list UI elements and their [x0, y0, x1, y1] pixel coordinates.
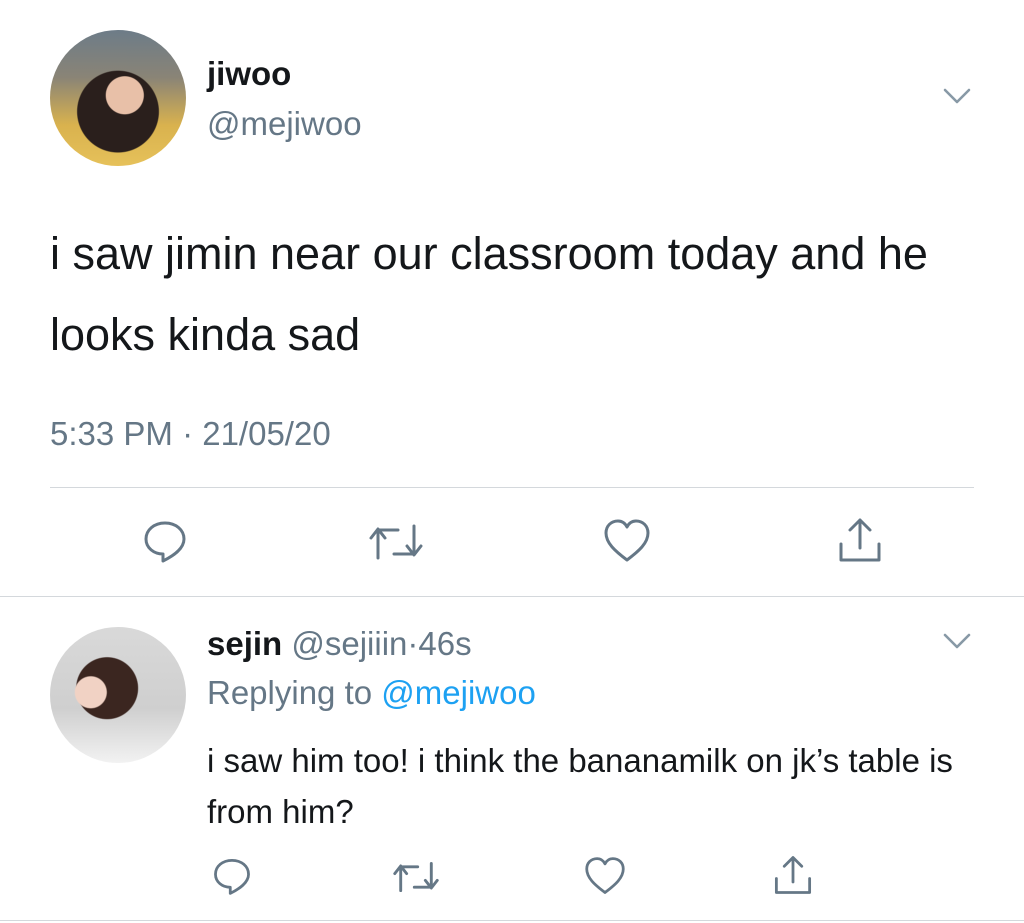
replying-to-mention[interactable]: @mejiwoo: [381, 674, 536, 711]
reply-icon: [142, 518, 188, 564]
reply-like-button[interactable]: [584, 856, 626, 896]
divider: [0, 596, 1024, 597]
retweet-icon: [368, 522, 424, 562]
reply-text: i saw him too! i think the bananamilk on…: [207, 742, 953, 830]
reply-button[interactable]: [142, 518, 188, 564]
reply-icon: [212, 856, 252, 896]
reply-share-button[interactable]: [772, 854, 814, 896]
divider: [50, 487, 974, 488]
retweet-icon: [392, 860, 440, 894]
heart-icon: [603, 518, 651, 564]
divider: [0, 920, 1024, 921]
chevron-down-icon[interactable]: [943, 87, 971, 105]
author-name[interactable]: jiwoo: [207, 55, 291, 93]
replying-to: Replying to @mejiwoo: [207, 674, 536, 712]
retweet-button[interactable]: [368, 522, 424, 562]
reply-time[interactable]: 46s: [418, 625, 471, 662]
avatar[interactable]: [50, 30, 186, 166]
author-handle[interactable]: @mejiwoo: [207, 105, 362, 143]
reply-author-handle[interactable]: @sejiiin: [291, 625, 407, 662]
tweet-text: i saw jimin near our classroom today and…: [50, 228, 928, 360]
like-button[interactable]: [603, 518, 651, 564]
reply-avatar[interactable]: [50, 627, 186, 763]
tweet-timestamp[interactable]: 5:33 PM · 21/05/20: [50, 415, 331, 453]
share-icon: [772, 854, 814, 896]
separator: ·: [407, 625, 419, 662]
chevron-down-icon[interactable]: [943, 632, 971, 650]
heart-icon: [584, 856, 626, 896]
replying-to-label: Replying to: [207, 674, 373, 711]
reply-retweet-button[interactable]: [392, 860, 440, 894]
share-icon: [836, 516, 884, 564]
reply-reply-button[interactable]: [212, 856, 252, 896]
reply-author-name[interactable]: sejin: [207, 625, 282, 662]
share-button[interactable]: [836, 516, 884, 564]
reply-header: sejin @sejiiin·46s: [207, 625, 472, 663]
